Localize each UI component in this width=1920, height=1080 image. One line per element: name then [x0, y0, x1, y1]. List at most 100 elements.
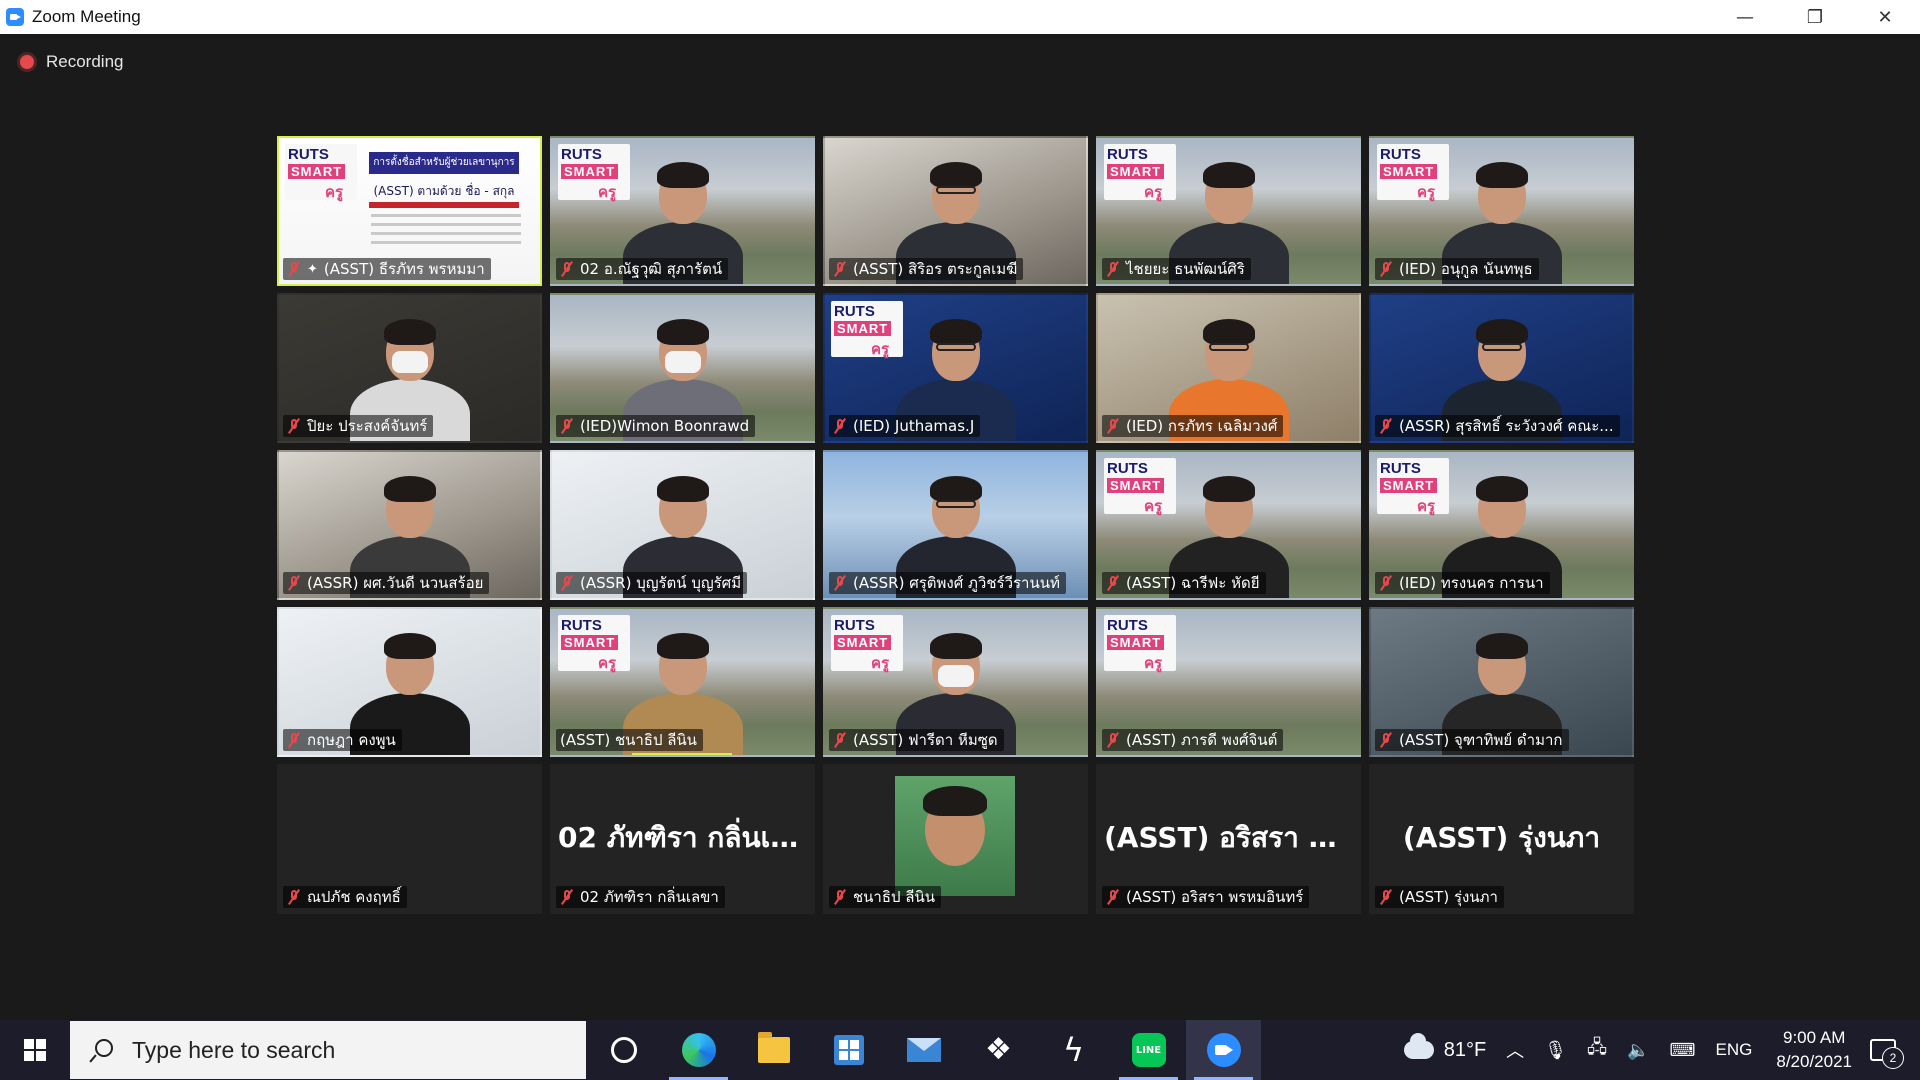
edge-button[interactable] — [661, 1020, 736, 1080]
keyboard-icon: ⌨ — [1669, 1039, 1696, 1060]
logo-text: ครู — [871, 655, 890, 672]
participant-name-label: (ASST) อริสรา พรหมอินทร์ — [1102, 886, 1310, 908]
video-tile[interactable]: RUTS SMART ครู (IED) ทรงนคร การนา — [1369, 450, 1634, 600]
video-tile[interactable]: กฤษฎา คงพูน — [277, 607, 542, 757]
muted-mic-icon — [1379, 418, 1393, 434]
task-view-button[interactable] — [586, 1020, 661, 1080]
muted-mic-icon — [833, 261, 847, 277]
microphone-icon: 🎙 — [1544, 1039, 1568, 1060]
taskbar-clock[interactable]: 9:00 AM 8/20/2021 — [1776, 1026, 1852, 1074]
video-tile[interactable]: (ASST) สิริอร ตระกูลเมฆี — [823, 136, 1088, 286]
video-tile[interactable]: (IED) กรภัทร เฉลิมวงศ์ — [1096, 293, 1361, 443]
mail-button[interactable] — [886, 1020, 961, 1080]
cloud-weather-icon — [1403, 1033, 1434, 1059]
start-button[interactable] — [0, 1020, 70, 1080]
video-tile[interactable]: 02 ภัทฑิรา กลิ่นเล... 02 ภัทฑิรา กลิ่นเล… — [550, 764, 815, 914]
video-tile[interactable]: RUTS SMART ครู (ASST) ฟารีดา หีมซูด — [823, 607, 1088, 757]
touch-keyboard-button[interactable]: ⌨ — [1670, 1040, 1696, 1061]
video-tile[interactable]: RUTS SMART ครู การตั้งชื่อสำหรับผู้ช่วยเ… — [277, 136, 542, 286]
logo-text: ครู — [1417, 184, 1436, 201]
notification-count-badge: 2 — [1882, 1047, 1904, 1069]
muted-mic-icon — [560, 889, 574, 905]
video-tile[interactable]: ณปภัช คงฤทธิ์ — [277, 764, 542, 914]
video-tile[interactable]: (ASST) รุ่งนภา (ASST) รุ่งนภา — [1369, 764, 1634, 914]
app-bolt-button[interactable]: ϟ — [1036, 1020, 1111, 1080]
line-app-button[interactable]: LINE — [1111, 1020, 1186, 1080]
minimize-button[interactable]: — — [1710, 0, 1780, 34]
logo-text: SMART — [1380, 478, 1438, 493]
participant-name-label: (ASST) รุ่งนภา — [1375, 886, 1504, 908]
file-explorer-button[interactable] — [736, 1020, 811, 1080]
restore-button[interactable]: ❐ — [1780, 0, 1850, 34]
participant-display-name: (ASST) อริสรา พ... — [1104, 821, 1359, 854]
taskbar-search-box[interactable]: Type here to search — [70, 1021, 586, 1079]
ruts-smart-logo: RUTS SMART ครู — [1104, 458, 1176, 515]
weather-temperature: 81°F — [1443, 1038, 1487, 1061]
video-tile[interactable]: RUTS SMART ครู ไชยยะ ธนพัฒน์ศิริ — [1096, 136, 1361, 286]
show-hidden-icons-button[interactable]: ︿ — [1506, 1037, 1524, 1063]
logo-text: RUTS — [1107, 460, 1148, 477]
participant-name: 02 ภัทฑิรา กลิ่นเลขา — [580, 888, 719, 906]
weather-widget[interactable]: 81°F — [1403, 1033, 1487, 1062]
participant-name-label: (ASST) ฟารีดา หีมซูด — [829, 729, 1004, 751]
participant-name-label: ✦ (ASST) ธีรภัทร พรหมมา — [283, 258, 491, 280]
logo-text: ครู — [1144, 498, 1163, 515]
close-button[interactable]: ✕ — [1850, 0, 1920, 34]
windows-taskbar: Type here to search ❖ ϟ LINE 81°F ︿ 🎙 🖧 … — [0, 1020, 1920, 1080]
input-language-button[interactable]: ENG — [1716, 1040, 1753, 1060]
participant-name: (ASST) รุ่งนภา — [1399, 888, 1498, 906]
muted-mic-icon — [1379, 575, 1393, 591]
logo-text: SMART — [834, 321, 892, 336]
lightning-bolt-icon: ϟ — [1062, 1031, 1085, 1069]
video-tile[interactable]: RUTS SMART ครู (IED) อนุกูล นันทพุธ — [1369, 136, 1634, 286]
action-center-button[interactable]: 2 — [1870, 1039, 1904, 1069]
network-button[interactable]: 🖧 — [1587, 1035, 1607, 1065]
volume-button[interactable]: 🔈 — [1627, 1040, 1649, 1061]
video-tile[interactable]: RUTS SMART ครู 02 อ.ณัฐวุฒิ สุภารัตน์ — [550, 136, 815, 286]
microphone-tray-button[interactable]: 🎙 — [1544, 1040, 1567, 1061]
video-tile[interactable]: (ASSR) ผศ.วันดี นวนสร้อย — [277, 450, 542, 600]
video-tile[interactable]: ชนาธิป ลีนิน — [823, 764, 1088, 914]
participant-name-label: (ASST) สิริอร ตระกูลเมฆี — [829, 258, 1024, 280]
participant-name-label: (ASSR) ศรุติพงศ์ ภูวิชร์วีรานนท์ — [829, 572, 1066, 594]
logo-text: SMART — [1107, 635, 1165, 650]
cortana-circle-icon — [610, 1037, 637, 1063]
logo-text: RUTS — [1107, 617, 1148, 634]
participant-name: (ASST) อริสรา พรหมอินทร์ — [1126, 888, 1304, 906]
system-tray: 81°F ︿ 🎙 🖧 🔈 ⌨ ENG 9:00 AM 8/20/2021 2 — [1394, 1020, 1920, 1080]
logo-text: RUTS — [288, 146, 329, 163]
dropbox-button[interactable]: ❖ — [961, 1020, 1036, 1080]
store-bag-icon — [833, 1035, 864, 1065]
line-app-icon: LINE — [1131, 1033, 1166, 1067]
ruts-smart-logo: RUTS SMART ครู — [1377, 458, 1449, 515]
video-tile[interactable]: RUTS SMART ครู (ASST) ฉารีฟะ หัดยี — [1096, 450, 1361, 600]
participant-name: 02 อ.ณัฐวุฒิ สุภารัตน์ — [580, 260, 723, 278]
video-tile[interactable]: ปิยะ ประสงค์จันทร์ — [277, 293, 542, 443]
gallery-view: RUTS SMART ครู การตั้งชื่อสำหรับผู้ช่วยเ… — [277, 136, 1634, 914]
participant-name-label: (ASST) ชนาธิป ลีนิน — [556, 729, 703, 751]
zoom-app-icon — [6, 8, 24, 26]
participant-display-name: (ASST) รุ่งนภา — [1402, 821, 1601, 854]
video-tile[interactable]: (ASST) อริสรา พ... (ASST) อริสรา พรหมอิน… — [1096, 764, 1361, 914]
video-tile[interactable]: (ASSR) บุญรัตน์ บุญรัศมี — [550, 450, 815, 600]
participant-name-label: (IED)Wimon Boonrawd — [556, 415, 756, 437]
logo-text: SMART — [1107, 478, 1165, 493]
video-tile[interactable]: RUTS SMART ครู (IED) Juthamas.J — [823, 293, 1088, 443]
slide-bar — [369, 202, 519, 208]
participant-name: (ASSR) ศรุติพงศ์ ภูวิชร์วีรานนท์ — [853, 574, 1060, 592]
video-tile[interactable]: (ASSR) สุรสิทธิ์ ระวังวงศ์ คณะ... — [1369, 293, 1634, 443]
zoom-app-button[interactable] — [1186, 1020, 1261, 1080]
participant-name: (ASST) จุฑาทิพย์ ดำมาก — [1399, 731, 1563, 749]
recording-indicator[interactable]: Recording — [20, 52, 124, 72]
video-tile[interactable]: (IED)Wimon Boonrawd — [550, 293, 815, 443]
window-titlebar: Zoom Meeting — ❐ ✕ — [0, 0, 1920, 34]
video-tile[interactable]: RUTS SMART ครู (ASST) ภารดี พงศ์จินต์ — [1096, 607, 1361, 757]
video-tile[interactable]: RUTS SMART ครู (ASST) ชนาธิป ลีนิน — [550, 607, 815, 757]
participant-name: (ASST) ธีรภัทร พรหมมา — [323, 260, 485, 278]
muted-mic-icon — [287, 418, 301, 434]
video-tile[interactable]: (ASST) จุฑาทิพย์ ดำมาก — [1369, 607, 1634, 757]
video-tile[interactable]: (ASSR) ศรุติพงศ์ ภูวิชร์วีรานนท์ — [823, 450, 1088, 600]
participant-name-label: (IED) ทรงนคร การนา — [1375, 572, 1550, 594]
store-button[interactable] — [811, 1020, 886, 1080]
logo-text: RUTS — [834, 303, 875, 320]
